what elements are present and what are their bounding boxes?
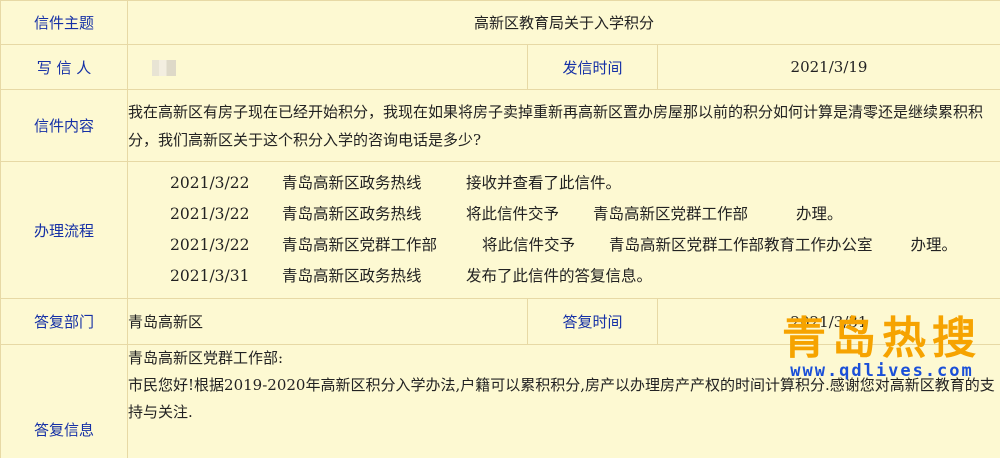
step-action: 将此信件交予 [466,205,560,223]
step-suffix: 办理。 [910,236,958,254]
watermark-url: www.qdlives.com [790,361,974,381]
site-watermark: 青岛热搜 www.qdlives.com [764,313,1000,381]
step-target: 青岛高新区党群工作部教育工作办公室 [609,236,873,254]
step-action: 将此信件交予 [482,236,576,254]
step-org: 青岛高新区政务热线 [282,267,422,285]
subject-row: 信件主题 高新区教育局关于入学积分 [0,0,1000,45]
content-label: 信件内容 [0,89,128,162]
send-time-label: 发信时间 [527,44,658,90]
step-org: 青岛高新区党群工作部 [282,236,438,254]
letter-detail-table: 信件主题 高新区教育局关于入学积分 写 信 人 发信时间 2021/3/19 信… [0,0,1000,458]
process-label: 办理流程 [0,161,128,299]
process-step: 2021/3/22 青岛高新区政务热线 接收并查看了此信件。 [128,168,1000,199]
step-date: 2021/3/31 [170,267,250,285]
writer-value [127,44,528,90]
step-action: 接收并查看了此信件。 [466,174,622,192]
process-step: 2021/3/22 青岛高新区政务热线 将此信件交予 青岛高新区党群工作部 办理。 [128,199,1000,230]
reply-info-label: 答复信息 [0,344,128,458]
watermark-title: 青岛热搜 [782,313,982,364]
process-row: 办理流程 2021/3/22 青岛高新区政务热线 接收并查看了此信件。 2021/3… [0,161,1000,299]
step-org: 青岛高新区政务热线 [282,205,422,223]
step-action: 发布了此信件的答复信息。 [466,267,653,285]
writer-label: 写 信 人 [0,44,128,90]
reply-time-label: 答复时间 [527,298,658,345]
reply-dept-value: 青岛高新区 [127,298,528,345]
process-step: 2021/3/22 青岛高新区党群工作部 将此信件交予 青岛高新区党群工作部教育工作办… [128,230,1000,261]
process-step: 2021/3/31 青岛高新区政务热线 发布了此信件的答复信息。 [128,261,1000,292]
step-suffix: 办理。 [796,205,843,223]
letter-content: 我在高新区有房子现在已经开始积分，我现在如果将房子卖掉重新再高新区置办房屋那以前… [126,89,1000,162]
letter-subject: 高新区教育局关于入学积分 [126,0,1000,45]
content-row: 信件内容 我在高新区有房子现在已经开始积分，我现在如果将房子卖掉重新再高新区置办… [0,89,1000,162]
step-org: 青岛高新区政务热线 [282,174,422,192]
writer-row: 写 信 人 发信时间 2021/3/19 [0,44,1000,90]
subject-label: 信件主题 [0,0,128,45]
step-date: 2021/3/22 [170,205,250,223]
step-date: 2021/3/22 [170,174,250,192]
step-date: 2021/3/22 [170,236,250,254]
reply-dept-label: 答复部门 [0,298,128,345]
send-time-value: 2021/3/19 [656,44,1000,90]
redacted-name-mask [152,60,176,76]
process-list: 2021/3/22 青岛高新区政务热线 接收并查看了此信件。 2021/3/22 青岛… [126,161,1000,299]
step-target: 青岛高新区党群工作部 [593,205,749,223]
